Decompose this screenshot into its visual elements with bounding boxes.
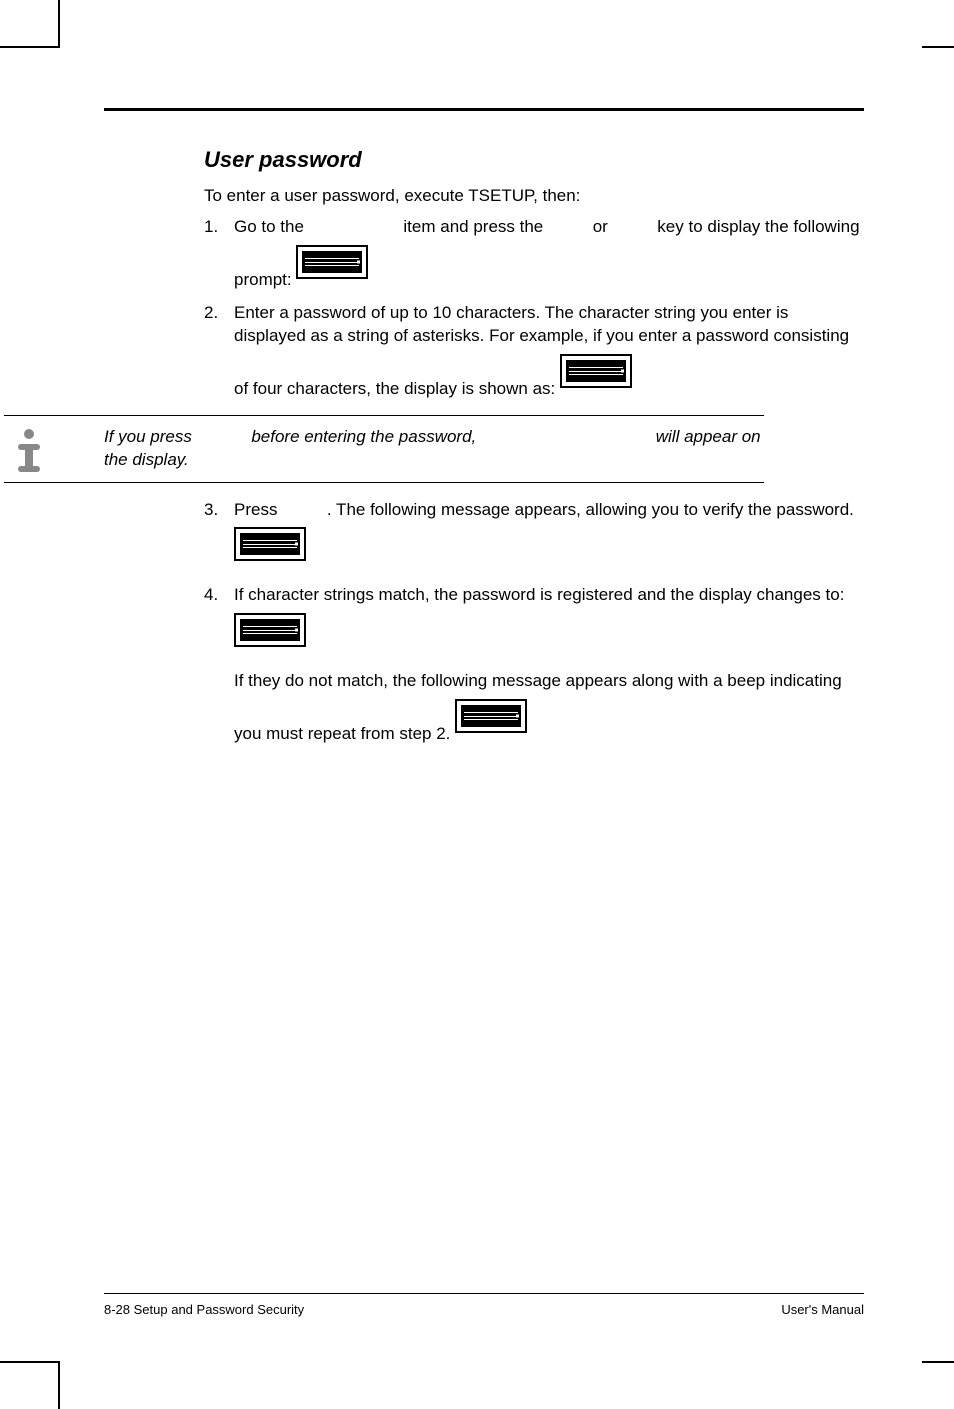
note-text: If you press before entering the passwor… <box>104 426 764 472</box>
section-title: User password <box>204 147 864 173</box>
lcd-display-icon <box>455 699 527 733</box>
step-4: 4. If character strings match, the passw… <box>204 584 864 746</box>
crop-mark <box>922 46 954 48</box>
lcd-display-icon <box>296 245 368 279</box>
crop-mark <box>58 1361 60 1409</box>
step-1: 1. Go to the item and press the or key t… <box>204 216 864 292</box>
crop-mark <box>58 0 60 48</box>
header-rule <box>104 108 864 111</box>
step-text: If they do not match, the following mess… <box>234 671 842 743</box>
step-text: If character strings match, the password… <box>234 585 844 604</box>
steps-list-continued: 3. Press . The following message appears… <box>204 499 864 747</box>
info-icon <box>4 424 54 474</box>
content-column: User password To enter a user password, … <box>204 147 864 401</box>
footer-right: User's Manual <box>781 1302 864 1317</box>
crop-mark <box>0 46 60 48</box>
content-column-continued: 3. Press . The following message appears… <box>204 499 864 747</box>
crop-mark <box>922 1361 954 1363</box>
lcd-display-icon <box>234 527 306 561</box>
step-number: 1. <box>204 216 218 239</box>
step-number: 3. <box>204 499 218 522</box>
footer-left: 8-28 Setup and Password Security <box>104 1302 304 1317</box>
note-callout: If you press before entering the passwor… <box>4 415 764 483</box>
lcd-display-icon <box>560 354 632 388</box>
step-3: 3. Press . The following message appears… <box>204 499 864 575</box>
step-number: 2. <box>204 302 218 325</box>
step-number: 4. <box>204 584 218 607</box>
step-2: 2. Enter a password of up to 10 characte… <box>204 302 864 401</box>
step-text: Enter a password of up to 10 characters.… <box>234 303 849 398</box>
steps-list: 1. Go to the item and press the or key t… <box>204 216 864 401</box>
step-text: Press . The following message appears, a… <box>234 500 854 519</box>
intro-text: To enter a user password, execute TSETUP… <box>204 185 864 208</box>
lcd-display-icon <box>234 613 306 647</box>
page-body: User password To enter a user password, … <box>104 108 864 1308</box>
crop-mark <box>0 1361 60 1363</box>
page-footer: 8-28 Setup and Password Security User's … <box>104 1293 864 1317</box>
